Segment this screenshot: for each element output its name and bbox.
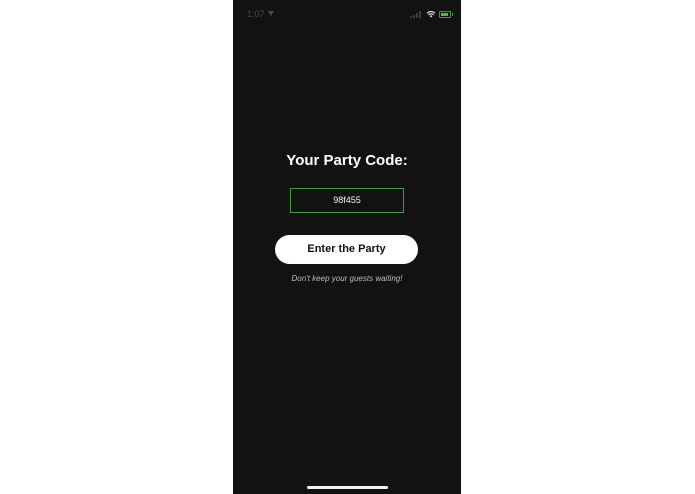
- party-code-field[interactable]: 98f455: [290, 188, 404, 213]
- party-code-heading: Your Party Code:: [286, 152, 408, 169]
- signal-icon: [410, 11, 422, 18]
- location-icon: [268, 11, 274, 16]
- battery-icon: [439, 11, 453, 18]
- wifi-icon: [426, 11, 436, 18]
- status-bar: 1:07: [233, 8, 461, 20]
- enter-party-button[interactable]: Enter the Party: [275, 235, 418, 264]
- status-time: 1:07: [247, 9, 265, 19]
- home-indicator[interactable]: [307, 486, 388, 489]
- tagline-text: Don't keep your guests waiting!: [291, 274, 403, 283]
- phone-screen: 1:07 Your Party Code: 98f455 Enter the P…: [233, 0, 461, 494]
